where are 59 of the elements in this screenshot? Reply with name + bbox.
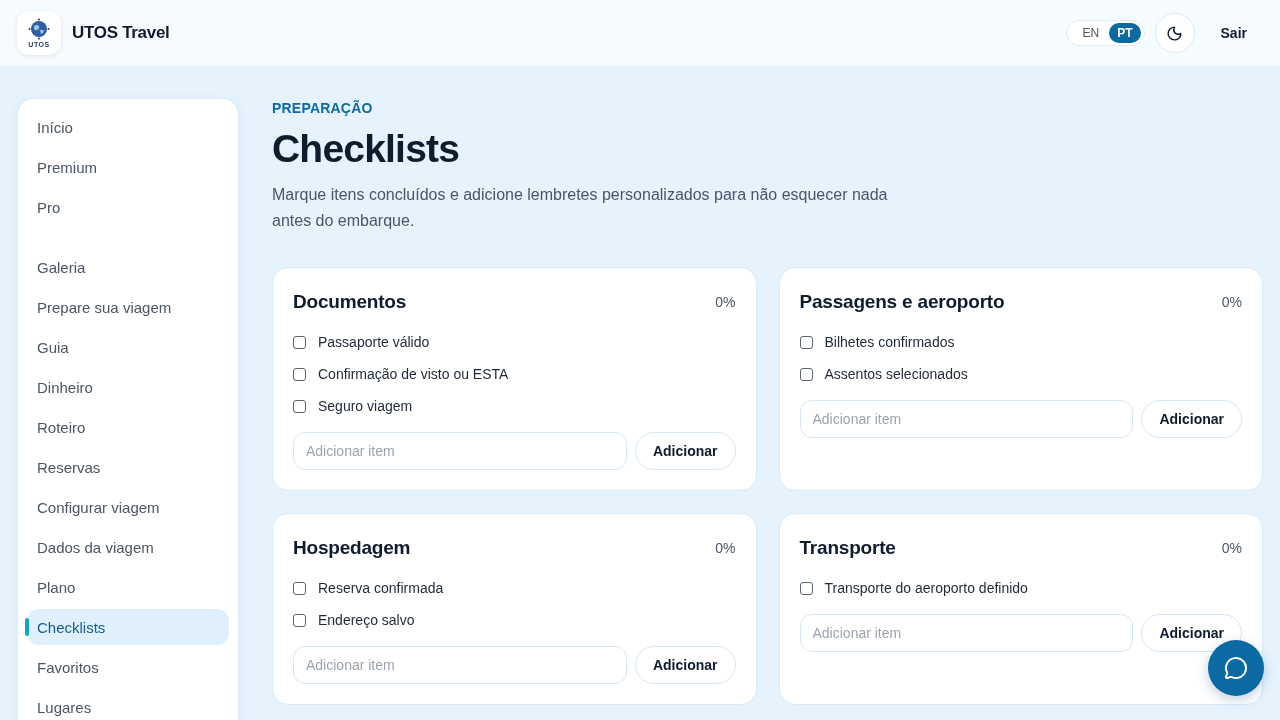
checkbox[interactable]: [799, 335, 813, 349]
progress-text: 0%: [1221, 294, 1242, 310]
brand-name: UTOS Travel: [72, 23, 170, 43]
checklist-item-label: Transporte do aeroporto definido: [824, 580, 1028, 596]
logout-button[interactable]: Sair: [1204, 17, 1263, 49]
section-eyebrow: PREPARAÇÃO: [272, 99, 374, 117]
sidebar-item[interactable]: Favoritos: [27, 649, 229, 685]
theme-toggle-button[interactable]: [1154, 13, 1195, 53]
add-item-field[interactable]: Adicionar item: [293, 432, 627, 470]
checkbox[interactable]: [293, 613, 306, 627]
card-title: Documentos: [293, 291, 407, 313]
sidebar-item[interactable]: Pro: [27, 189, 229, 225]
add-button[interactable]: Adicionar: [1141, 614, 1242, 652]
sidebar-item[interactable]: Premium: [27, 149, 229, 185]
page-title: Checklists: [272, 127, 461, 171]
sidebar-item[interactable]: Reservas: [27, 449, 229, 485]
checkbox[interactable]: [799, 581, 813, 595]
add-button[interactable]: Adicionar: [634, 432, 736, 470]
sidebar-item[interactable]: Dinheiro: [27, 369, 229, 405]
sidebar-item[interactable]: Roteiro: [27, 409, 229, 445]
progress-text: 0%: [715, 540, 736, 556]
moon-icon: [1166, 24, 1184, 42]
page-description: Marque itens concluídos e adicione lembretes personalizados para não esquecer nada antes do embarque.: [272, 185, 889, 231]
sidebar-item[interactable]: Início: [27, 109, 229, 145]
active-indicator: [25, 618, 29, 636]
add-item-field[interactable]: Adicionar item: [799, 400, 1134, 438]
checklist-item-label: Confirmação de visto ou ESTA: [318, 366, 509, 382]
chat-bubble-icon: [1224, 656, 1248, 680]
sidebar-item[interactable]: Configurar viagem: [27, 489, 229, 525]
checklist-item-label: Bilhetes confirmados: [824, 334, 955, 350]
checklist-item-label: Reserva confirmada: [318, 580, 444, 596]
language-option[interactable]: PT: [1109, 23, 1141, 43]
progress-text: 0%: [715, 294, 736, 310]
globe-icon: [28, 17, 50, 40]
sidebar-item[interactable]: Galeria: [27, 249, 229, 285]
add-button[interactable]: Adicionar: [634, 646, 736, 684]
sidebar-item[interactable]: Checklists: [27, 609, 229, 645]
sidebar-item[interactable]: Guia: [27, 329, 229, 365]
progress-text: 0%: [1221, 540, 1242, 556]
checkbox[interactable]: [293, 335, 306, 349]
add-item-field[interactable]: Adicionar item: [799, 614, 1134, 652]
sidebar-item[interactable]: Plano: [27, 569, 229, 605]
checkbox[interactable]: [293, 367, 306, 381]
sidebar-item[interactable]: Prepare sua viagem: [27, 289, 229, 325]
checklist-item-label: Passaporte válido: [318, 334, 430, 350]
checkbox[interactable]: [799, 367, 813, 381]
checkbox[interactable]: [293, 581, 306, 595]
sidebar-item[interactable]: Lugares: [27, 689, 229, 720]
checklist-item-label: Assentos selecionados: [824, 366, 968, 382]
sidebar-item[interactable]: Dados da viagem: [27, 529, 229, 565]
add-button[interactable]: Adicionar: [1141, 400, 1242, 438]
card-title: Hospedagem: [293, 537, 411, 559]
checkbox[interactable]: [293, 399, 306, 413]
checklist-item-label: Seguro viagem: [318, 398, 413, 414]
add-item-field[interactable]: Adicionar item: [293, 646, 627, 684]
card-title: Passagens e aeroporto: [799, 291, 1005, 313]
language-option[interactable]: EN: [1074, 23, 1108, 43]
card-title: Transporte: [799, 537, 896, 559]
checklist-item-label: Endereço salvo: [318, 612, 415, 628]
